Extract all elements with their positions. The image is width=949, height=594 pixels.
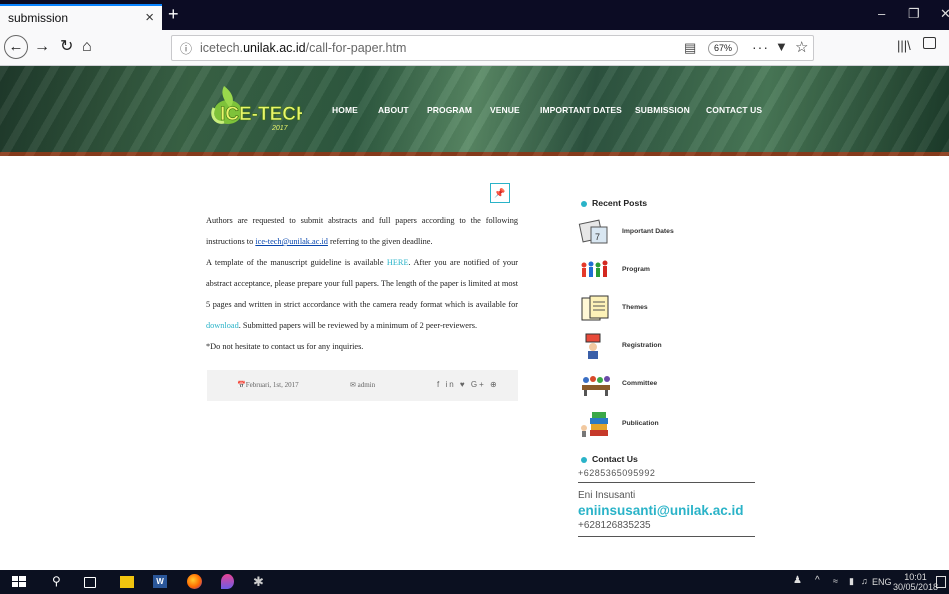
books-icon: [581, 412, 608, 437]
menu-home[interactable]: HOME: [332, 105, 358, 115]
new-tab-button[interactable]: +: [168, 4, 179, 24]
papers-icon: [581, 295, 609, 321]
people-tray-icon[interactable]: ♟: [793, 575, 802, 591]
taskbar: ⚲ W ✱ ♟ ^ ≈ ▮ ♫ ENG 10:01 30/05/2018: [0, 570, 949, 594]
pin-icon[interactable]: 📌: [490, 183, 510, 203]
people-icon: [581, 260, 608, 277]
recent-post-item[interactable]: Publication: [578, 410, 778, 440]
reload-button[interactable]: ↻: [60, 36, 73, 58]
reader-view-icon[interactable]: ▤: [684, 40, 696, 56]
paragraph-instructions: Authors are requested to submit abstract…: [206, 216, 518, 330]
menu-venue[interactable]: VENUE: [490, 105, 520, 115]
tab-strip: submission × + – ❐ ✕: [0, 0, 949, 30]
volume-icon[interactable]: ♫: [861, 576, 868, 592]
paint-icon[interactable]: ✱: [253, 574, 264, 590]
minimize-icon[interactable]: –: [878, 6, 885, 21]
recent-post-item[interactable]: 7 Important Dates: [578, 218, 778, 248]
recent-post-item[interactable]: Registration: [578, 332, 778, 362]
file-explorer-icon[interactable]: [120, 576, 134, 588]
recent-post-item[interactable]: Program: [578, 256, 778, 286]
post-meta-bar: 📅Februari, 1st, 2017 ✉ admin f in ♥ G+ ⊕: [207, 370, 518, 401]
navigation-bar: ← → ↻ ⌂ ⓘ icetech.unilak.ac.id/call-for-…: [0, 30, 949, 66]
network-icon[interactable]: ≈: [833, 576, 838, 592]
page-actions-menu[interactable]: ···: [752, 39, 769, 55]
recent-posts-title: Recent Posts: [581, 198, 647, 208]
pocket-icon[interactable]: ▼: [775, 39, 788, 54]
meeting-icon: [582, 376, 610, 396]
site-logo[interactable]: ICE-TECH 2017: [206, 78, 302, 140]
library-icon[interactable]: |||\: [897, 38, 911, 53]
download-link[interactable]: download: [206, 321, 239, 330]
language-indicator[interactable]: ENG: [872, 577, 892, 587]
bookmark-star-icon[interactable]: ☆: [795, 38, 808, 56]
paragraph-contact-note: *Do not hesitate to contact us for any i…: [206, 342, 364, 351]
svg-text:7: 7: [595, 232, 600, 242]
registration-icon: [585, 333, 601, 359]
close-tab-icon[interactable]: ×: [145, 9, 154, 26]
close-window-icon[interactable]: ✕: [940, 6, 949, 22]
post-author: ✉ admin: [350, 381, 376, 389]
menu-submission[interactable]: SUBMISSION: [635, 105, 690, 115]
contact-us-title: Contact Us: [581, 454, 638, 464]
info-icon[interactable]: ⓘ: [180, 40, 192, 57]
firefox-icon[interactable]: [187, 574, 202, 589]
divider: [578, 536, 755, 537]
notifications-icon[interactable]: [936, 576, 946, 588]
email-link[interactable]: ice-tech@unilak.ac.id: [255, 237, 328, 246]
windows-start-icon[interactable]: [12, 574, 26, 590]
logo-text: ICE-TECH: [220, 104, 302, 125]
share-icons[interactable]: f in ♥ G+ ⊕: [437, 380, 499, 389]
url-bar[interactable]: ⓘ icetech.unilak.ac.id/call-for-paper.ht…: [171, 35, 814, 61]
tab-title: submission: [8, 11, 69, 25]
contact-phone: +628126835235: [578, 520, 651, 531]
chevron-up-icon[interactable]: ^: [815, 575, 820, 591]
search-icon[interactable]: ⚲: [52, 574, 61, 590]
back-button[interactable]: ←: [4, 35, 28, 59]
browser-tab[interactable]: submission ×: [0, 4, 162, 30]
url-text: icetech.unilak.ac.id/call-for-paper.htm: [200, 41, 407, 55]
battery-icon[interactable]: ▮: [849, 576, 854, 592]
post-date: 📅Februari, 1st, 2017: [237, 381, 299, 389]
clock[interactable]: 10:01 30/05/2018: [893, 572, 938, 592]
contact-name: Eni Insusanti: [578, 490, 636, 501]
word-icon[interactable]: W: [153, 575, 167, 588]
menu-contact-us[interactable]: CONTACT US: [706, 105, 762, 115]
contact-phone-clipped: +6285365095992: [578, 468, 656, 476]
zoom-level[interactable]: 67%: [708, 41, 738, 56]
menu-program[interactable]: PROGRAM: [427, 105, 472, 115]
app-icon[interactable]: [221, 574, 234, 589]
restore-icon[interactable]: ❐: [908, 6, 920, 22]
home-icon[interactable]: ⌂: [82, 36, 92, 58]
divider: [578, 482, 755, 483]
task-view-icon[interactable]: [84, 577, 96, 588]
menu-about[interactable]: ABOUT: [378, 105, 409, 115]
calendar-icon: 7: [578, 219, 608, 244]
template-link[interactable]: HERE: [387, 258, 409, 267]
recent-post-item[interactable]: Committee: [578, 370, 778, 400]
site-header: ICE-TECH 2017 HOME ABOUT PROGRAM VENUE I…: [0, 66, 949, 156]
sidebar-icon[interactable]: [923, 37, 936, 49]
recent-post-item[interactable]: Themes: [578, 294, 778, 324]
web-page: ICE-TECH 2017 HOME ABOUT PROGRAM VENUE I…: [0, 66, 949, 570]
contact-email[interactable]: eniinsusanti@unilak.ac.id: [578, 503, 743, 518]
forward-button[interactable]: →: [34, 36, 50, 58]
logo-year: 2017: [271, 125, 289, 132]
menu-important-dates[interactable]: IMPORTANT DATES: [540, 105, 622, 115]
